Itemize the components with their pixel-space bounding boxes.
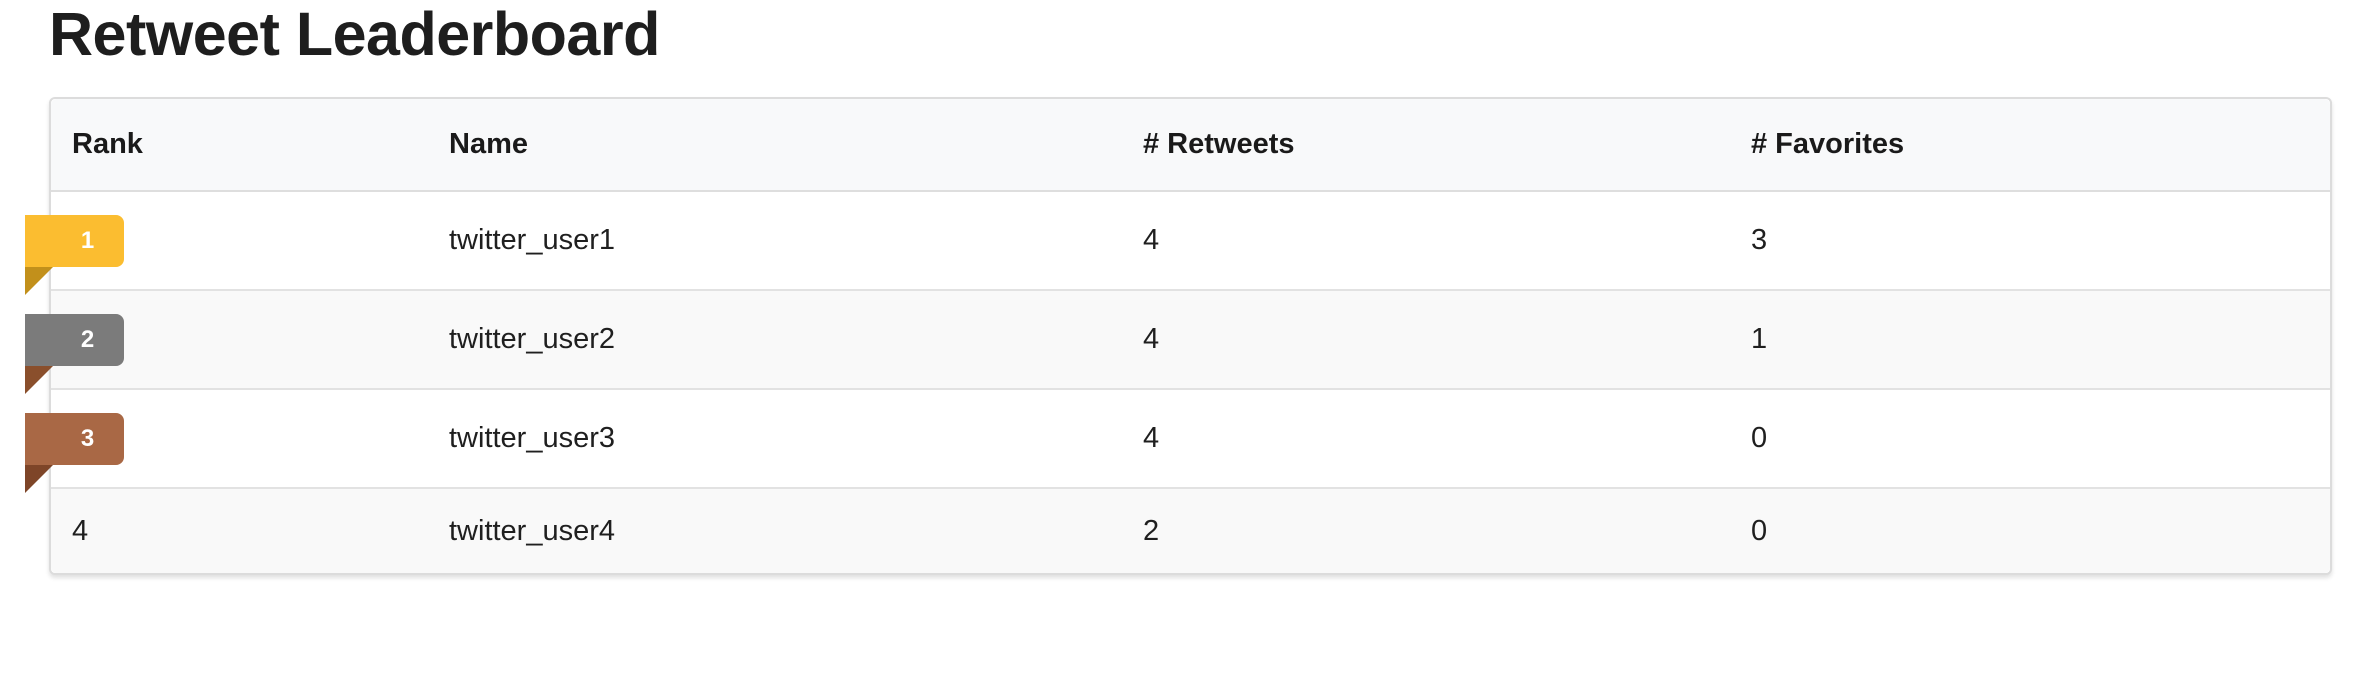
rank-ribbon-gold: 1: [25, 215, 124, 295]
user-name: twitter_user1: [449, 224, 616, 256]
table-row[interactable]: 3 twitter_user3 4 0: [25, 390, 2330, 493]
rank-value: 4: [72, 514, 89, 547]
favorite-count: 0: [1751, 514, 1768, 547]
column-header-retweets[interactable]: # Retweets: [1143, 99, 1295, 190]
favorite-count: 0: [1751, 422, 1768, 454]
column-header-name[interactable]: Name: [449, 99, 528, 190]
user-name: twitter_user2: [449, 323, 616, 355]
rank-ribbon-bronze: 3: [25, 413, 124, 493]
retweet-count: 4: [1143, 224, 1160, 256]
table-row[interactable]: 1 twitter_user1 4 3: [25, 192, 2330, 295]
favorite-count: 1: [1751, 323, 1768, 355]
user-name: twitter_user3: [449, 422, 616, 454]
rank-ribbon-silver: 2: [25, 314, 124, 394]
page-title: Retweet Leaderboard: [49, 0, 660, 68]
leaderboard-table: Rank Name # Retweets # Favorites 1 twitt…: [25, 97, 2332, 575]
retweet-count: 4: [1143, 323, 1160, 355]
column-header-rank[interactable]: Rank: [72, 99, 143, 190]
user-name: twitter_user4: [449, 514, 616, 547]
table-header-row: Rank Name # Retweets # Favorites: [51, 99, 2330, 192]
table-row[interactable]: 2 twitter_user2 4 1: [25, 291, 2330, 394]
table-row[interactable]: 4 twitter_user4 2 0: [51, 489, 2330, 573]
page: Retweet Leaderboard Rank Name # Retweets…: [0, 0, 2360, 698]
favorite-count: 3: [1751, 224, 1768, 256]
retweet-count: 4: [1143, 422, 1160, 454]
retweet-count: 2: [1143, 514, 1160, 547]
column-header-favorites[interactable]: # Favorites: [1751, 99, 1904, 190]
